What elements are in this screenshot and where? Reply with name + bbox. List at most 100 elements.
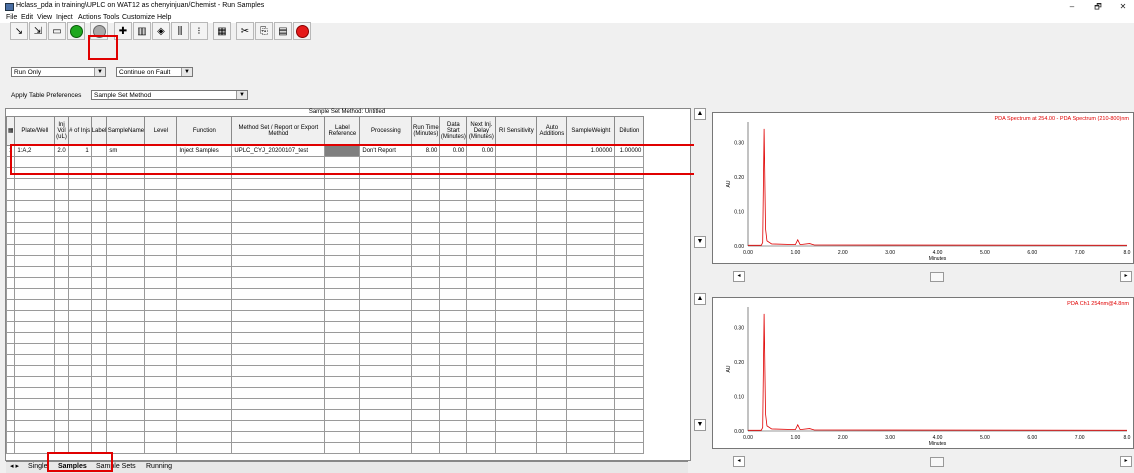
empty-row[interactable] xyxy=(5,211,645,223)
empty-cell[interactable] xyxy=(495,365,538,377)
empty-cell[interactable] xyxy=(144,266,178,278)
empty-cell[interactable] xyxy=(466,200,497,212)
empty-cell[interactable] xyxy=(106,178,146,190)
empty-cell[interactable] xyxy=(614,211,645,223)
scroll-down-icon[interactable]: ▼ xyxy=(694,236,706,248)
empty-cell[interactable] xyxy=(54,222,69,234)
empty-cell[interactable] xyxy=(106,343,146,355)
empty-cell[interactable] xyxy=(536,354,568,366)
empty-cell[interactable] xyxy=(411,354,441,366)
empty-cell[interactable] xyxy=(5,409,16,421)
empty-cell[interactable] xyxy=(359,211,413,223)
empty-cell[interactable] xyxy=(5,376,16,388)
empty-cell[interactable] xyxy=(67,321,92,333)
empty-cell[interactable] xyxy=(536,211,568,223)
empty-cell[interactable] xyxy=(536,244,568,256)
empty-cell[interactable] xyxy=(67,310,92,322)
empty-cell[interactable] xyxy=(144,321,178,333)
empty-cell[interactable] xyxy=(359,310,413,322)
empty-cell[interactable] xyxy=(495,332,538,344)
empty-cell[interactable] xyxy=(614,343,645,355)
empty-cell[interactable] xyxy=(231,255,326,267)
chromatogram-plot[interactable]: 0.300.200.100.000.00 1.00 2.00 3.00 4.00 5.00… xyxy=(712,112,1132,262)
empty-cell[interactable] xyxy=(614,266,645,278)
empty-cell[interactable] xyxy=(359,200,413,212)
empty-cell[interactable] xyxy=(144,354,178,366)
empty-row[interactable] xyxy=(5,376,645,388)
empty-cell[interactable] xyxy=(411,321,441,333)
empty-cell[interactable] xyxy=(439,233,468,245)
empty-cell[interactable] xyxy=(54,409,69,421)
empty-cell[interactable] xyxy=(566,233,616,245)
empty-cell[interactable] xyxy=(231,288,326,300)
empty-cell[interactable] xyxy=(90,321,108,333)
dup-icon[interactable]: ⫼ xyxy=(171,22,189,40)
empty-cell[interactable] xyxy=(90,189,108,201)
empty-cell[interactable] xyxy=(411,200,441,212)
fault-select[interactable]: Continue on Fault ▼ xyxy=(116,67,193,77)
empty-cell[interactable] xyxy=(144,442,178,454)
empty-cell[interactable] xyxy=(324,288,361,300)
empty-cell[interactable] xyxy=(5,255,16,267)
empty-row[interactable] xyxy=(5,222,645,234)
scroll-up-icon[interactable]: ▲ xyxy=(694,108,706,120)
empty-cell[interactable] xyxy=(536,343,568,355)
load-method-icon[interactable]: ↘ xyxy=(10,22,28,40)
empty-cell[interactable] xyxy=(411,376,441,388)
scroll-up-icon[interactable]: ▲ xyxy=(694,293,706,305)
empty-cell[interactable] xyxy=(439,189,468,201)
empty-cell[interactable] xyxy=(14,288,56,300)
empty-cell[interactable] xyxy=(144,255,178,267)
empty-cell[interactable] xyxy=(90,200,108,212)
empty-cell[interactable] xyxy=(466,409,497,421)
empty-cell[interactable] xyxy=(54,310,69,322)
empty-cell[interactable] xyxy=(614,233,645,245)
empty-cell[interactable] xyxy=(536,299,568,311)
empty-cell[interactable] xyxy=(466,299,497,311)
wizard-icon[interactable]: ◈ xyxy=(152,22,170,40)
empty-cell[interactable] xyxy=(90,211,108,223)
empty-cell[interactable] xyxy=(90,310,108,322)
tab-running[interactable]: Running xyxy=(144,462,174,472)
empty-cell[interactable] xyxy=(231,343,326,355)
empty-cell[interactable] xyxy=(359,222,413,234)
empty-cell[interactable] xyxy=(90,288,108,300)
empty-cell[interactable] xyxy=(176,431,233,443)
empty-cell[interactable] xyxy=(614,244,645,256)
empty-cell[interactable] xyxy=(411,178,441,190)
empty-cell[interactable] xyxy=(466,332,497,344)
empty-cell[interactable] xyxy=(90,354,108,366)
empty-cell[interactable] xyxy=(144,233,178,245)
empty-cell[interactable] xyxy=(14,398,56,410)
empty-cell[interactable] xyxy=(495,178,538,190)
empty-cell[interactable] xyxy=(90,387,108,399)
empty-cell[interactable] xyxy=(5,222,16,234)
empty-cell[interactable] xyxy=(439,420,468,432)
empty-cell[interactable] xyxy=(359,233,413,245)
empty-cell[interactable] xyxy=(90,365,108,377)
empty-cell[interactable] xyxy=(536,321,568,333)
empty-cell[interactable] xyxy=(566,288,616,300)
chromatogram-plot[interactable]: 0.300.200.100.000.00 1.00 2.00 3.00 4.00 5.00… xyxy=(712,297,1132,447)
empty-cell[interactable] xyxy=(14,387,56,399)
empty-cell[interactable] xyxy=(231,431,326,443)
empty-cell[interactable] xyxy=(466,310,497,322)
empty-cell[interactable] xyxy=(566,321,616,333)
empty-cell[interactable] xyxy=(566,343,616,355)
empty-cell[interactable] xyxy=(614,255,645,267)
empty-cell[interactable] xyxy=(5,365,16,377)
empty-row[interactable] xyxy=(5,420,645,432)
empty-cell[interactable] xyxy=(14,431,56,443)
empty-cell[interactable] xyxy=(14,365,56,377)
empty-cell[interactable] xyxy=(176,277,233,289)
empty-cell[interactable] xyxy=(106,233,146,245)
empty-cell[interactable] xyxy=(324,332,361,344)
col-header[interactable]: Next Inj. Delay (Minutes) xyxy=(466,116,497,146)
empty-cell[interactable] xyxy=(54,398,69,410)
empty-cell[interactable] xyxy=(90,255,108,267)
hscroll-thumb[interactable] xyxy=(930,457,944,467)
tab-single[interactable]: Single xyxy=(26,462,49,472)
empty-cell[interactable] xyxy=(106,255,146,267)
empty-cell[interactable] xyxy=(411,332,441,344)
empty-cell[interactable] xyxy=(106,387,146,399)
